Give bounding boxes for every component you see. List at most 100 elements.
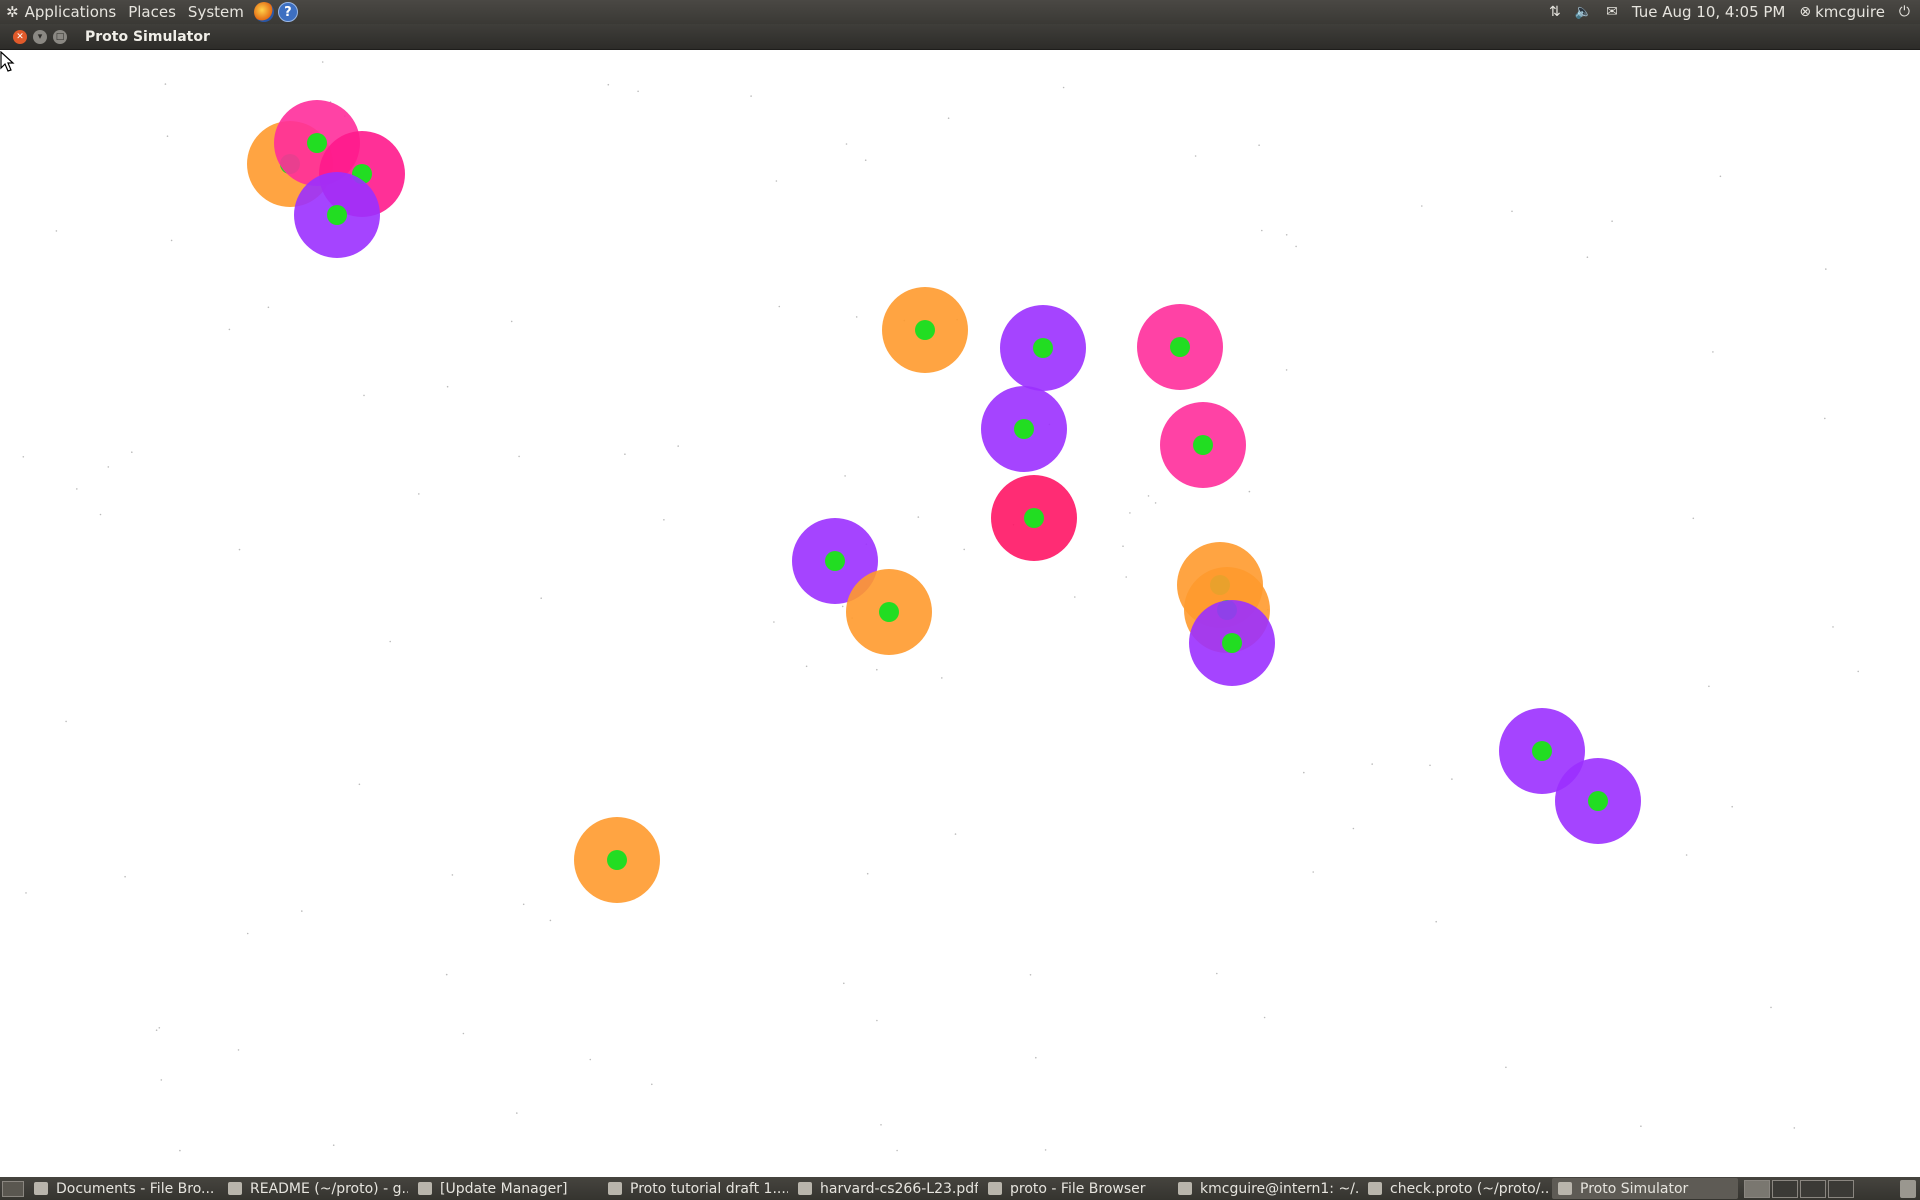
background-speck [451,874,454,876]
background-speck [166,135,169,137]
background-speck [1719,175,1722,178]
firefox-icon[interactable]: f [253,2,274,22]
applications-menu[interactable]: Applications [19,0,123,24]
device-node[interactable] [991,475,1077,561]
user-name[interactable]: kmcguire [1815,3,1885,21]
device-node[interactable] [846,569,932,655]
taskbar-item[interactable]: [Update Manager] [412,1178,598,1199]
help-icon[interactable]: ? [277,2,298,22]
background-speck [1611,220,1613,222]
simulation-svg [22,61,1859,1152]
background-speck [841,605,844,608]
workspace-1[interactable] [1744,1179,1770,1198]
background-speck [663,519,665,521]
device-node[interactable] [1000,305,1086,391]
background-speck [589,1058,592,1061]
close-icon[interactable]: ✕ [13,29,27,44]
taskbar-item[interactable]: proto - File Browser [982,1178,1168,1199]
user-status-icon: ⊗ [1799,4,1812,20]
device-node[interactable] [1160,402,1246,488]
text-editor-icon [228,1182,242,1195]
taskbar-item[interactable]: harvard-cs266-L23.pdf [792,1178,978,1199]
background-speck [1263,1016,1266,1019]
background-speck [1029,974,1032,976]
background-speck [25,892,27,894]
show-desktop-icon[interactable] [2,1180,24,1197]
background-speck [1074,596,1076,598]
background-speck [518,455,520,458]
window-titlebar[interactable]: ✕ ▾ □ Proto Simulator [0,24,1920,50]
background-speck [332,1144,335,1146]
clock[interactable]: Tue Aug 10, 4:05 PM [1632,3,1786,21]
device-node[interactable] [1555,758,1641,844]
background-speck [1712,351,1714,353]
background-speck [1371,763,1373,765]
system-tray: ⇅ 🔈 ✉ Tue Aug 10, 4:05 PM ⊗ kmcguire ⏻ [1549,3,1920,21]
device-center-dot [1024,508,1044,528]
trash-icon[interactable] [1900,1179,1916,1198]
workspace-2[interactable] [1772,1179,1798,1198]
background-speck [358,783,361,786]
device-node[interactable] [882,287,968,373]
background-speck [963,548,965,551]
background-speck [1261,229,1263,232]
pdf-viewer-icon [798,1182,812,1195]
device-node[interactable] [574,817,660,903]
taskbar-item-label: Proto Simulator [1580,1180,1689,1197]
places-menu[interactable]: Places [122,0,182,24]
background-speck [158,1027,161,1029]
device-node[interactable] [1189,600,1275,686]
background-speck [1824,417,1826,420]
background-speck [1421,205,1423,207]
power-icon[interactable]: ⏻ [1899,4,1910,20]
background-speck [1832,626,1834,628]
background-speck [1147,495,1150,497]
mouse-cursor-icon [0,51,15,72]
device-node[interactable] [1137,304,1223,390]
mail-icon[interactable]: ✉ [1606,4,1618,20]
maximize-icon[interactable]: □ [53,29,67,44]
taskbar-item[interactable]: Documents - File Bro... [28,1178,218,1199]
taskbar-item-active[interactable]: Proto Simulator [1552,1178,1738,1199]
device-node[interactable] [981,386,1067,472]
background-speck [954,833,957,835]
background-speck [65,720,67,723]
background-speck [864,159,867,161]
taskbar-item[interactable]: kmcguire@intern1: ~/... [1172,1178,1358,1199]
background-speck [1640,1125,1642,1127]
taskbar-item-label: Documents - File Bro... [56,1180,215,1197]
background-speck [876,1019,878,1022]
background-speck [170,239,173,242]
device-center-dot [1532,741,1552,761]
background-speck [418,493,420,495]
background-speck [1285,369,1288,371]
background-speck [624,453,626,456]
simulation-canvas[interactable] [0,51,1920,1177]
minimize-icon[interactable]: ▾ [33,29,47,44]
device-center-dot [1222,633,1242,653]
ubuntu-logo-icon[interactable]: ✲ [6,3,19,21]
background-speck [651,1083,653,1086]
window-title: Proto Simulator [85,28,210,45]
background-speck [1122,545,1124,547]
volume-icon[interactable]: 🔈 [1575,4,1592,20]
background-speck [76,488,78,490]
background-speck [855,316,858,318]
terminal-icon [1178,1182,1192,1195]
system-menu[interactable]: System [182,0,250,24]
taskbar-item-label: check.proto (~/proto/... [1390,1180,1548,1197]
network-icon[interactable]: ⇅ [1549,4,1561,20]
taskbar-item[interactable]: Proto tutorial draft 1.... [602,1178,788,1199]
workspace-3[interactable] [1800,1179,1826,1198]
background-speck [1770,1006,1772,1009]
device-node[interactable] [294,172,380,258]
taskbar-item[interactable]: check.proto (~/proto/... [1362,1178,1548,1199]
bottom-panel: Documents - File Bro... README (~/proto)… [0,1177,1920,1200]
background-speck [160,1079,163,1081]
background-speck [1731,805,1733,808]
background-speck [155,1029,158,1031]
background-speck [845,143,848,145]
taskbar-item[interactable]: README (~/proto) - g... [222,1178,408,1199]
device-center-dot [1588,791,1608,811]
workspace-4[interactable] [1828,1179,1854,1198]
